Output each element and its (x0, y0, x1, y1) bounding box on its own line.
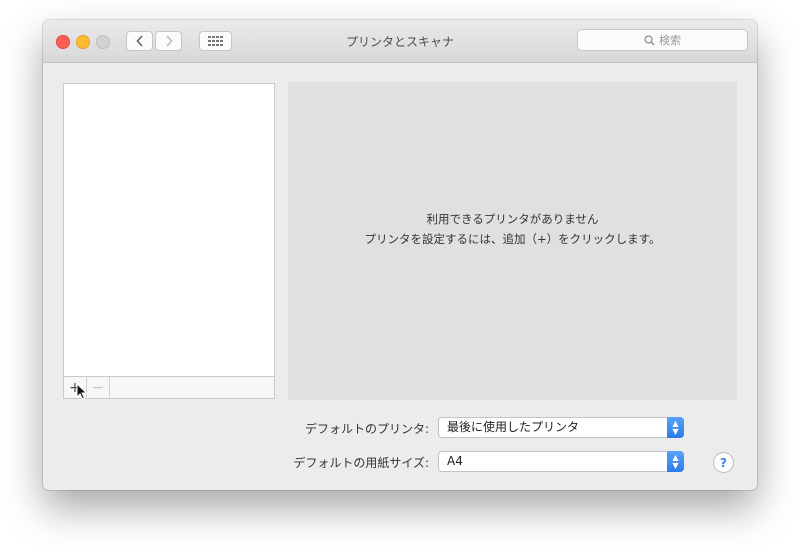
help-label: ? (720, 455, 727, 470)
paper-size-label: デフォルトの用紙サイズ: (293, 456, 429, 470)
printer-detail-pane: 利用できるプリンタがありません プリンタを設定するには、追加（+）をクリックしま… (288, 82, 737, 400)
search-placeholder: 検索 (659, 34, 681, 47)
printer-list-footer: + − (63, 377, 275, 400)
search-icon (644, 34, 655, 45)
default-printer-value: 最後に使用したプリンタ (447, 420, 580, 434)
title-bar: プリンタとスキャナ 検索 (43, 20, 757, 63)
popup-arrows-icon: ▲ ▼ (667, 417, 684, 438)
empty-state-message: 利用できるプリンタがありません プリンタを設定するには、追加（+）をクリックしま… (288, 209, 737, 249)
empty-state-line2: プリンタを設定するには、追加（+）をクリックします。 (364, 232, 661, 246)
mouse-pointer-icon (76, 383, 88, 400)
paper-size-popup[interactable]: A4 ▲ ▼ (438, 451, 684, 472)
search-field[interactable]: 検索 (577, 29, 748, 51)
printers-scanners-window: プリンタとスキャナ 検索 + − 利用できるプリンタがありません プリンタを設定… (43, 20, 757, 490)
printer-list[interactable] (63, 83, 275, 377)
help-button[interactable]: ? (713, 452, 734, 473)
remove-label: − (92, 379, 104, 396)
default-printer-label: デフォルトのプリンタ: (304, 422, 429, 436)
popup-arrows-icon: ▲ ▼ (667, 451, 684, 472)
paper-size-value: A4 (447, 454, 463, 468)
remove-printer-button[interactable]: − (87, 377, 110, 398)
default-printer-popup[interactable]: 最後に使用したプリンタ ▲ ▼ (438, 417, 684, 438)
empty-state-line1: 利用できるプリンタがありません (426, 212, 599, 226)
